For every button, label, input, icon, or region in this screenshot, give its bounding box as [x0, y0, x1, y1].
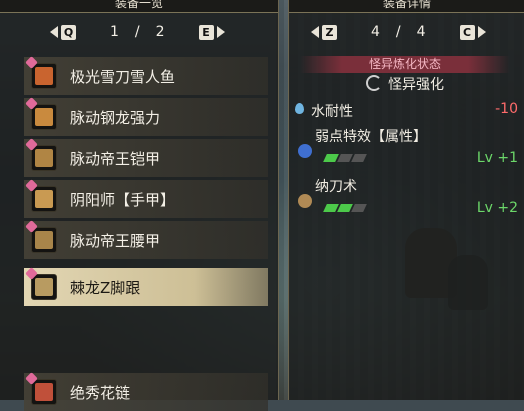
equipment-list-pager: Q 1 / 2 E: [50, 21, 250, 43]
water-resistance-label: 水耐性: [311, 104, 353, 120]
equipment-list-item[interactable]: 脉动帝王腰甲: [24, 220, 268, 259]
page-next-key[interactable]: E: [198, 24, 214, 40]
item-icon-glyph: [35, 67, 53, 85]
page-total: 2: [155, 24, 165, 40]
equipment-item-label: 脉动帝王腰甲: [70, 231, 161, 250]
qurious-mod-label: 怪异强化: [388, 77, 444, 93]
equipment-list-item[interactable]: 棘龙Z脚跟: [24, 267, 268, 306]
page-prev-key[interactable]: Q: [61, 24, 76, 40]
detail-prev-arrow-icon[interactable]: [311, 26, 319, 38]
skill-level-bars: [323, 204, 367, 212]
skill-row: 弱点特效【属性】 Lv +1: [295, 126, 520, 172]
equipment-list-panel: 装备一览 Q 1 / 2 E 极光雪刀雪人鱼 脉动钢龙强力 脉动帝王铠甲 阴阳师【手甲…: [0, 0, 279, 411]
skill-level-segment: [351, 204, 367, 212]
equipment-list-item[interactable]: 极光雪刀雪人鱼: [24, 56, 268, 95]
equipment-list-item[interactable]: 脉动钢龙强力: [24, 97, 268, 136]
skill-level-value: Lv +1: [476, 150, 518, 166]
waist-armor-icon: [25, 220, 57, 253]
skill-name: 弱点特效【属性】: [315, 129, 427, 145]
qurious-status-caption: 怪异炼化状态: [300, 56, 510, 73]
equipment-list-item[interactable]: 绝秀花链: [24, 372, 268, 411]
detail-page-total: 4: [416, 24, 426, 40]
leg-armor-icon: [25, 267, 57, 300]
item-icon-glyph: [35, 231, 53, 249]
equipment-item-label: 棘龙Z脚跟: [70, 278, 141, 297]
skill-row: 纳刀术 Lv +2: [295, 176, 520, 222]
long-sword-icon: [25, 56, 57, 89]
charm-icon: [25, 372, 57, 405]
skill-level-segment: [351, 154, 367, 162]
detail-next-key[interactable]: C: [459, 24, 475, 40]
equipment-item-label: 脉动帝王铠甲: [70, 149, 161, 168]
water-drop-icon: [295, 103, 304, 114]
page-separator: /: [134, 24, 140, 40]
equipment-list-header: 装备一览: [0, 0, 278, 13]
item-icon-glyph: [35, 190, 53, 208]
page-current: 1: [110, 24, 119, 40]
item-icon-glyph: [35, 149, 53, 167]
equipment-detail-pager: Z 4 / 4 C: [311, 21, 511, 43]
equipment-item-label: 脉动钢龙强力: [70, 108, 161, 127]
equipment-item-label: 阴阳师【手甲】: [70, 190, 176, 209]
page-next-arrow-icon[interactable]: [216, 26, 225, 38]
equipment-list-item[interactable]: 脉动帝王铠甲: [24, 138, 268, 177]
item-icon-glyph: [35, 383, 53, 401]
equipment-detail-header: 装备详情: [289, 0, 524, 13]
detail-page-current: 4: [371, 24, 380, 40]
detail-prev-key[interactable]: Z: [322, 24, 337, 40]
page-prev-arrow-icon[interactable]: [50, 26, 58, 38]
detail-next-arrow-icon[interactable]: [477, 26, 486, 38]
equipment-list-title: 装备一览: [114, 0, 163, 10]
water-resistance-row: 水耐性 -10: [295, 101, 520, 120]
bug-icon: [298, 144, 312, 158]
swirl-icon: [366, 75, 382, 91]
skill-level-value: Lv +2: [476, 200, 518, 216]
equipment-item-label: 绝秀花链: [70, 383, 131, 402]
equipment-item-label: 极光雪刀雪人鱼: [70, 67, 176, 86]
item-icon-glyph: [35, 108, 53, 126]
sheathe-icon: [298, 194, 312, 208]
skill-name: 纳刀术: [315, 179, 357, 195]
helmet-icon: [25, 97, 57, 130]
gauntlet-icon: [25, 179, 57, 212]
chest-armor-icon: [25, 138, 57, 171]
qurious-mod-row: 怪异强化: [300, 75, 510, 95]
detail-page-separator: /: [395, 24, 401, 40]
equipment-list-item[interactable]: 阴阳师【手甲】: [24, 179, 268, 218]
skill-level-bars: [323, 154, 367, 162]
item-icon-glyph: [35, 278, 53, 296]
equipment-detail-title: 装备详情: [382, 0, 431, 10]
water-resistance-value: -10: [495, 101, 518, 117]
